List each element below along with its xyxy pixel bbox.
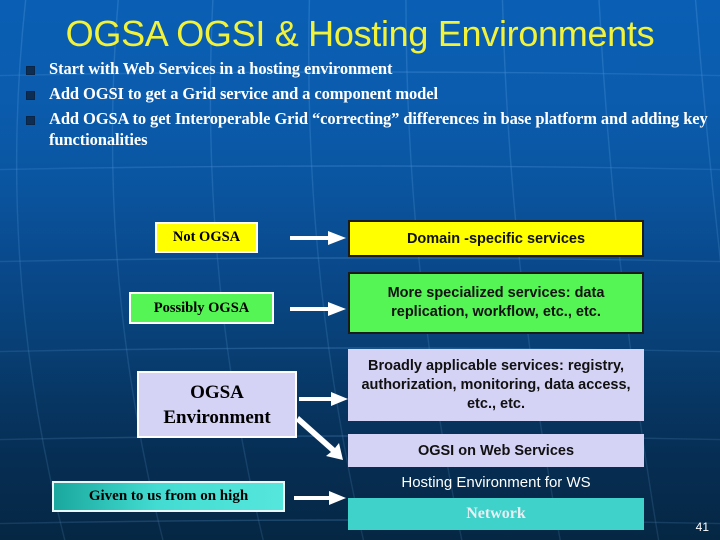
ogsa-environment-line1: OGSA — [190, 381, 244, 403]
slide-canvas: OGSA OGSI & Hosting Environments Start w… — [0, 0, 720, 540]
list-item: Add OGSI to get a Grid service and a com… — [8, 83, 714, 104]
bullet-square-icon — [26, 66, 35, 75]
page-number: 41 — [695, 520, 709, 534]
bullet-square-icon — [26, 91, 35, 100]
ogsa-environment-line2: Environment — [163, 406, 271, 428]
slide-title: OGSA OGSI & Hosting Environments — [65, 13, 655, 54]
diagram-box-possibly-ogsa: Possibly OGSA — [129, 292, 274, 324]
diagram-box-given-to-us-from-on-high: Given to us from on high — [52, 481, 285, 512]
bullet-square-icon — [26, 116, 35, 125]
diagram-box-hosting-environment-for-ws: Hosting Environment for WS — [401, 474, 591, 491]
arrow-not-ogsa-to-domain — [290, 231, 346, 245]
arrow-possibly-ogsa-to-more-specialized — [290, 302, 346, 316]
bullet-text: Add OGSA to get Interoperable Grid “corr… — [49, 109, 708, 149]
diagram-box-ogsi-on-web-services: OGSI on Web Services — [348, 434, 644, 467]
arrow-ogsa-env-to-broadly — [299, 392, 348, 406]
bullet-list: Start with Web Services in a hosting env… — [8, 58, 714, 154]
bullet-text: Start with Web Services in a hosting env… — [49, 59, 393, 78]
diagram-box-ogsa-environment: OGSA Environment — [137, 371, 297, 438]
arrow-ogsa-env-to-ogsi — [296, 416, 343, 460]
list-item: Add OGSA to get Interoperable Grid “corr… — [8, 108, 714, 150]
diagram-box-more-specialized-services: More specialized services: data replicat… — [348, 272, 644, 334]
bullet-text: Add OGSI to get a Grid service and a com… — [49, 84, 438, 103]
diagram-box-not-ogsa: Not OGSA — [155, 222, 258, 253]
list-item: Start with Web Services in a hosting env… — [8, 58, 714, 79]
diagram-box-broadly-applicable-services: Broadly applicable services: registry, a… — [348, 349, 644, 421]
arrow-given-to-hosting — [294, 491, 346, 505]
diagram-box-network: Network — [348, 498, 644, 530]
diagram-box-domain-specific-services: Domain -specific services — [348, 220, 644, 257]
